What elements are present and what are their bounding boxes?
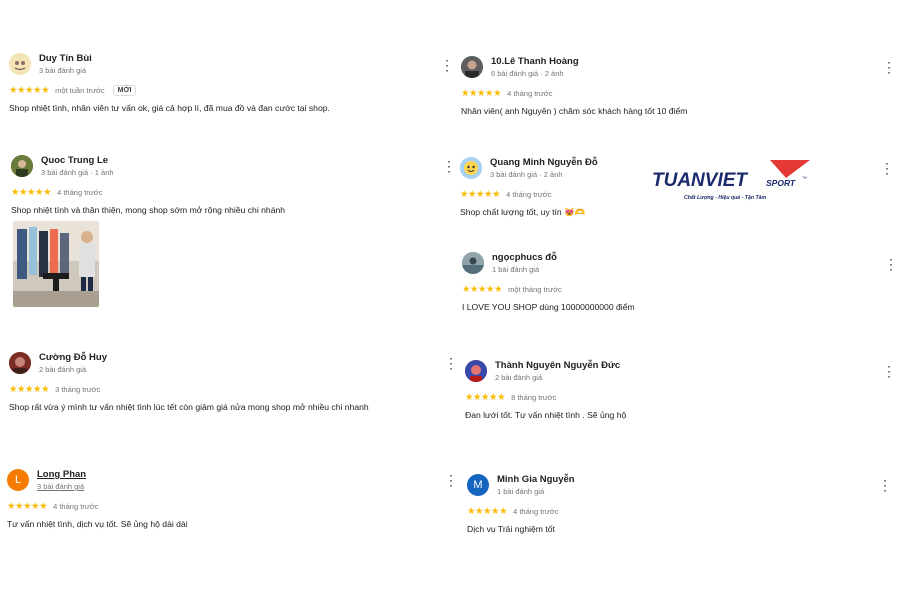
star-rating: ★★★★★ — [462, 283, 503, 295]
avatar[interactable] — [465, 360, 487, 382]
more-options-icon[interactable]: ⋮ — [442, 158, 456, 174]
reviewer-meta: 3 bài đánh giá · 2 ảnh — [490, 170, 563, 179]
review-text: I LOVE YOU SHOP dùng 10000000000 điểm — [462, 302, 635, 312]
reviewer-name[interactable]: Long Phan — [37, 469, 86, 480]
review-text: Shop nhiệt tình, nhân viên tư vấn ok, gi… — [9, 103, 330, 113]
reviewer-name[interactable]: Thành Nguyên Nguyễn Đức — [495, 360, 620, 371]
review-photo[interactable] — [13, 221, 99, 307]
review-time: 4 tháng trước — [57, 187, 103, 197]
more-options-icon[interactable]: ⋮ — [440, 57, 454, 73]
reviewer-meta: 6 bài đánh giá · 2 ảnh — [491, 69, 564, 78]
review-time: một tuần trước — [55, 85, 105, 95]
reviewer-meta: 3 bài đánh giá · 1 ảnh — [41, 168, 114, 177]
reviewer-name[interactable]: Cường Đỗ Huy — [39, 352, 107, 363]
review-time: 8 tháng trước — [511, 392, 557, 402]
more-options-icon[interactable]: ⋮ — [880, 160, 894, 176]
review-text: Nhân viên( anh Nguyên ) chăm sóc khách h… — [461, 106, 688, 116]
reviewer-name[interactable]: Duy Tín Bùi — [39, 53, 92, 64]
reviewer-meta: 1 bài đánh giá — [497, 487, 545, 496]
review-card: Duy Tín Bùi 3 bài đánh giá ★★★★★ một tuầ… — [9, 53, 429, 113]
reviewer-name[interactable]: Quoc Trung Le — [41, 155, 108, 166]
logo-tm: ™ — [802, 176, 807, 182]
reviewer-name[interactable]: ngọcphucs đỗ — [492, 252, 557, 263]
star-rating: ★★★★★ — [460, 188, 501, 200]
avatar[interactable] — [9, 53, 31, 75]
avatar[interactable] — [11, 155, 33, 177]
review-text: Tư vấn nhiệt tình, dịch vụ tốt. Sẽ ủng h… — [7, 519, 188, 529]
review-time: 3 tháng trước — [55, 384, 101, 394]
review-card: M Minh Gia Nguyễn 1 bài đánh giá ★★★★★ 4… — [467, 474, 887, 534]
review-time: 4 tháng trước — [507, 88, 553, 98]
avatar[interactable] — [9, 352, 31, 374]
more-options-icon[interactable]: ⋮ — [884, 256, 898, 272]
reviewer-name[interactable]: Quang Minh Nguyễn Đỗ — [490, 157, 598, 168]
reviewer-meta: 1 bài đánh giá — [492, 265, 540, 274]
review-text: Shop chất lượng tốt, uy tín 😻🫶 — [460, 207, 586, 217]
review-time: 4 tháng trước — [513, 506, 559, 516]
review-text: Đan lưới tốt. Tư vấn nhiệt tình . Sẽ ủng… — [465, 410, 627, 420]
reviewer-meta[interactable]: 3 bài đánh giá — [37, 482, 84, 491]
review-time: một tháng trước — [508, 284, 562, 294]
star-rating: ★★★★★ — [9, 383, 50, 395]
review-card: L Long Phan 3 bài đánh giá ★★★★★ 4 tháng… — [7, 469, 427, 529]
avatar[interactable]: L — [7, 469, 29, 491]
star-rating: ★★★★★ — [467, 505, 508, 517]
avatar[interactable] — [462, 252, 484, 274]
more-options-icon[interactable]: ⋮ — [882, 59, 896, 75]
review-card: 10.Lê Thanh Hoàng 6 bài đánh giá · 2 ảnh… — [461, 56, 881, 116]
review-text: Shop nhiệt tình và thân thiện, mong shop… — [11, 205, 286, 215]
logo-suffix: SPORT — [766, 178, 796, 188]
more-options-icon[interactable]: ⋮ — [444, 355, 458, 371]
avatar[interactable] — [460, 157, 482, 179]
review-card: Quoc Trung Le 3 bài đánh giá · 1 ảnh ★★★… — [11, 155, 431, 315]
review-card: Cường Đỗ Huy 2 bài đánh giá ★★★★★ 3 thán… — [9, 352, 429, 412]
review-time: 4 tháng trước — [53, 501, 99, 511]
avatar[interactable]: M — [467, 474, 489, 496]
review-text: Shop rất vừa ý mình tư vấn nhiệt tình lú… — [9, 402, 369, 412]
more-options-icon[interactable]: ⋮ — [882, 363, 896, 379]
reviewer-meta: 2 bài đánh giá — [495, 373, 543, 382]
review-card: Thành Nguyên Nguyễn Đức 2 bài đánh giá ★… — [465, 360, 885, 420]
tuanviet-sport-logo: TUANVIET SPORT ™ Chất Lượng - Hiệu quả -… — [652, 158, 822, 208]
reviewer-meta: 2 bài đánh giá — [39, 365, 87, 374]
logo-brand: TUANVIET — [652, 170, 748, 191]
reviewer-meta: 3 bài đánh giá — [39, 66, 87, 75]
new-badge: MỚI — [112, 84, 137, 96]
avatar[interactable] — [461, 56, 483, 78]
star-rating: ★★★★★ — [9, 84, 50, 96]
review-text: Dịch vụ Trải nghiệm tốt — [467, 524, 555, 534]
reviewer-name[interactable]: Minh Gia Nguyễn — [497, 474, 575, 485]
star-rating: ★★★★★ — [461, 87, 502, 99]
star-rating: ★★★★★ — [7, 500, 48, 512]
review-card: ngọcphucs đỗ 1 bài đánh giá ★★★★★ một th… — [462, 252, 882, 312]
star-rating: ★★★★★ — [11, 186, 52, 198]
more-options-icon[interactable]: ⋮ — [444, 472, 458, 488]
star-rating: ★★★★★ — [465, 391, 506, 403]
logo-tagline: Chất Lượng - Hiệu quả - Tận Tâm — [684, 194, 767, 201]
review-time: 4 tháng trước — [506, 189, 552, 199]
more-options-icon[interactable]: ⋮ — [878, 477, 892, 493]
reviewer-name[interactable]: 10.Lê Thanh Hoàng — [491, 56, 579, 67]
